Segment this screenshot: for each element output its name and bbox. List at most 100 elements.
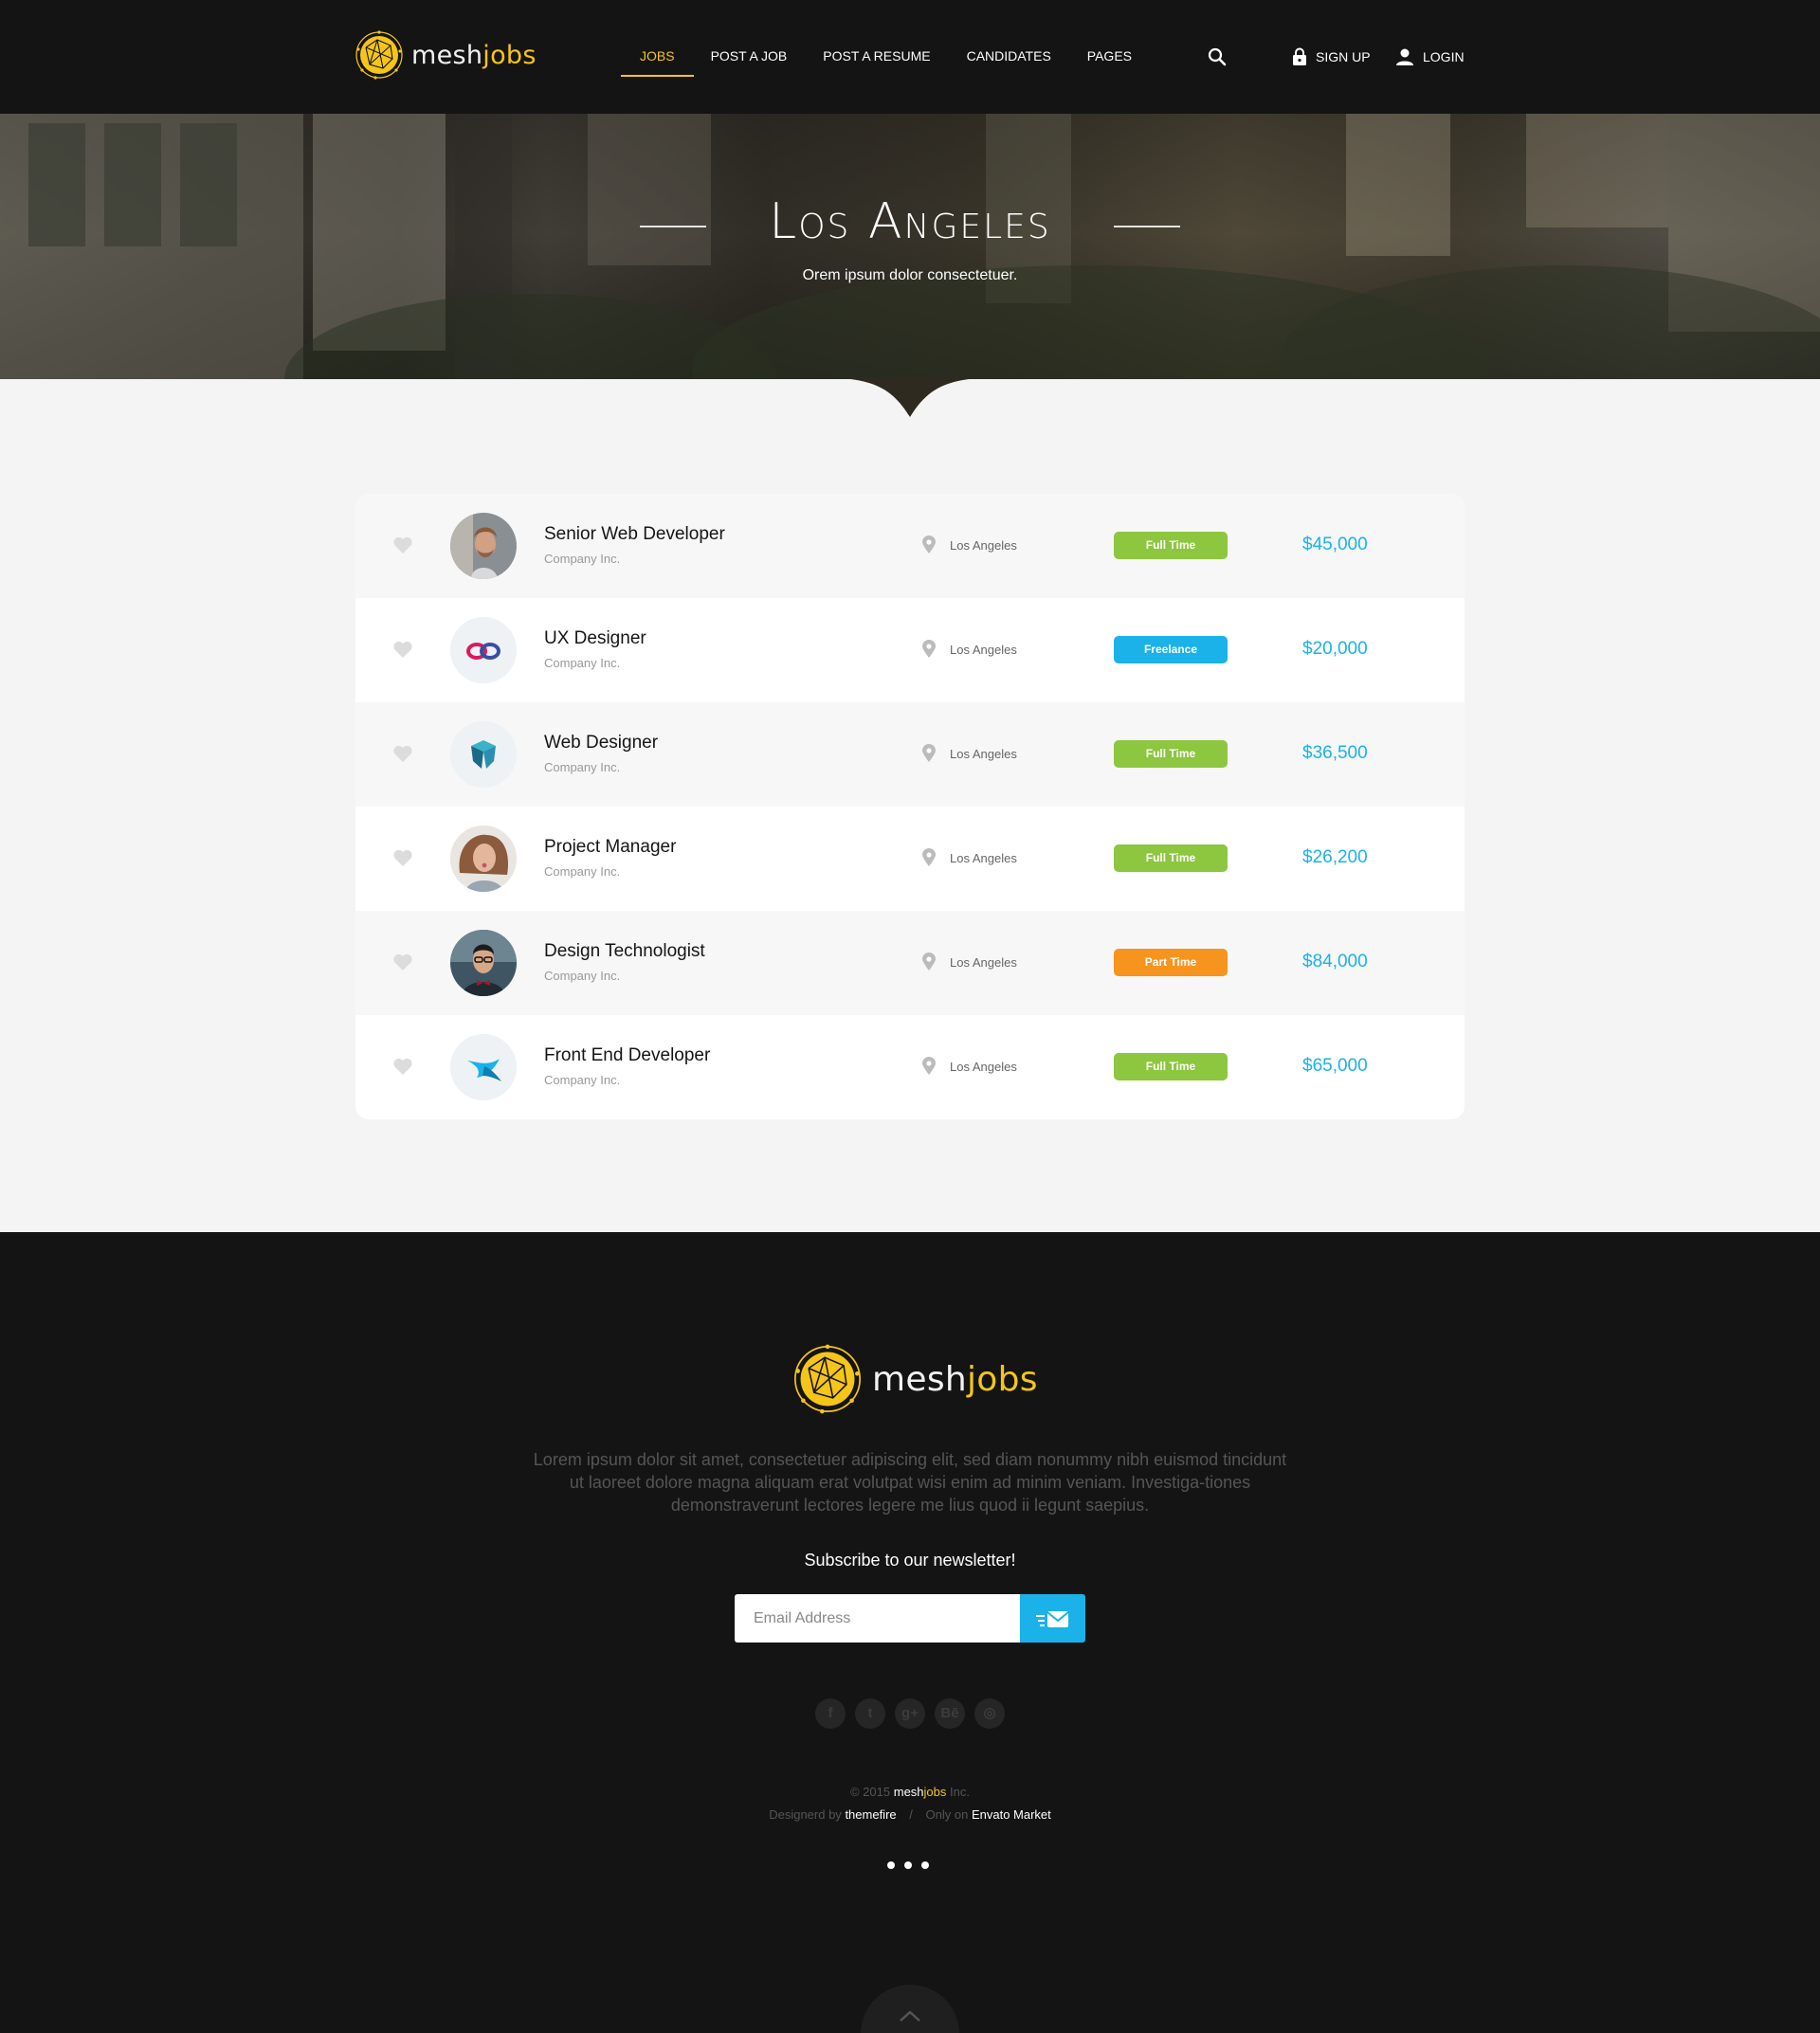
mesh-globe-icon (793, 1344, 862, 1414)
location-pin-icon (922, 640, 936, 658)
designer-link[interactable]: themefire (845, 1807, 896, 1822)
avatar (450, 721, 517, 788)
job-type-badge: Full Time (1114, 1053, 1228, 1080)
job-type-badge: Full Time (1114, 844, 1228, 872)
job-type-badge: Full Time (1114, 532, 1228, 559)
job-location: Los Angeles (950, 955, 1017, 970)
job-row[interactable]: UX Designer Company Inc. Los Angeles Fre… (355, 598, 1465, 702)
avatar (450, 513, 517, 579)
job-salary: $45,000 (1302, 535, 1368, 554)
job-location: Los Angeles (950, 851, 1017, 865)
dot (921, 1861, 929, 1869)
job-type-badge: Full Time (1114, 740, 1228, 768)
send-mail-icon (1035, 1610, 1069, 1627)
job-location: Los Angeles (950, 643, 1017, 657)
job-company: Company Inc. (544, 969, 621, 983)
dribbble-icon[interactable]: ◎ (974, 1698, 1005, 1729)
woman-photo-icon (450, 826, 517, 892)
login-label: LOGIN (1423, 49, 1465, 64)
brand-logo[interactable]: meshjobs (355, 30, 537, 80)
heart-icon[interactable] (392, 535, 413, 554)
job-list: Senior Web Developer Company Inc. Los An… (355, 494, 1465, 1119)
job-title[interactable]: Web Designer (544, 733, 658, 753)
footer-about-text: Lorem ipsum dolor sit amet, consectetuer… (533, 1450, 1287, 1515)
signup-button[interactable]: SIGN UP (1292, 0, 1371, 114)
heart-icon[interactable] (392, 1057, 413, 1076)
job-salary: $84,000 (1302, 952, 1368, 971)
job-row[interactable]: Project Manager Company Inc. Los Angeles… (355, 807, 1465, 911)
footer-brand-name: meshjobs (872, 1359, 1038, 1399)
job-company: Company Inc. (544, 1073, 621, 1087)
facebook-icon[interactable]: f (815, 1698, 846, 1729)
job-title[interactable]: Design Technologist (544, 941, 705, 962)
chevron-up-icon (900, 2010, 920, 2022)
job-company: Company Inc. (544, 656, 621, 670)
google-plus-icon[interactable]: g+ (895, 1698, 925, 1729)
mesh-globe-icon (355, 30, 403, 80)
dot (887, 1861, 895, 1869)
cube-logo-icon (450, 721, 517, 788)
avatar (450, 1034, 517, 1100)
location-pin-icon (922, 744, 936, 762)
credits-text: Designerd by themefire / Only on Envato … (769, 1807, 1051, 1822)
site-footer: meshjobs Lorem ipsum dolor sit amet, con… (0, 1232, 1820, 2033)
job-salary: $36,500 (1302, 743, 1368, 763)
job-row[interactable]: Design Technologist Company Inc. Los Ang… (355, 911, 1465, 1015)
location-pin-icon (922, 953, 936, 971)
job-company: Company Inc. (544, 864, 621, 879)
job-company: Company Inc. (544, 552, 621, 566)
back-to-top-button[interactable] (861, 1985, 959, 2033)
nav-item-pages[interactable]: PAGES (1087, 0, 1132, 114)
hero-divider-right (1114, 226, 1180, 227)
job-title[interactable]: UX Designer (544, 628, 646, 649)
avatar (450, 617, 517, 683)
newsletter-subscribe-button[interactable] (1020, 1594, 1085, 1643)
pagination-dots (887, 1861, 938, 1869)
man-bowtie-photo-icon (450, 930, 517, 996)
site-header: meshjobs JOBS POST A JOB POST A RESUME C… (0, 0, 1820, 114)
heart-icon[interactable] (392, 640, 413, 659)
main-nav: JOBS POST A JOB POST A RESUME CANDIDATES… (621, 0, 1168, 114)
heart-icon[interactable] (392, 744, 413, 763)
footer-brand-logo[interactable]: meshjobs (792, 1344, 1038, 1414)
market-link[interactable]: Envato Market (972, 1807, 1051, 1822)
dot (904, 1861, 912, 1869)
copyright-text: © 2015 meshjobs Inc. (850, 1785, 970, 1799)
nav-item-jobs[interactable]: JOBS (621, 0, 693, 114)
avatar (450, 930, 517, 996)
nav-item-post-a-job[interactable]: POST A JOB (711, 0, 788, 114)
brand-name: meshjobs (411, 40, 537, 70)
job-company: Company Inc. (544, 760, 621, 774)
job-title[interactable]: Senior Web Developer (544, 524, 725, 545)
job-row[interactable]: Senior Web Developer Company Inc. Los An… (355, 494, 1465, 598)
job-location: Los Angeles (950, 747, 1017, 761)
nav-item-candidates[interactable]: CANDIDATES (967, 0, 1051, 114)
lock-icon (1293, 47, 1306, 65)
man-photo-icon (450, 513, 517, 579)
newsletter-title: Subscribe to our newsletter! (804, 1551, 1016, 1570)
job-title[interactable]: Front End Developer (544, 1045, 710, 1066)
nav-item-post-a-resume[interactable]: POST A RESUME (823, 0, 930, 114)
location-pin-icon (922, 1057, 936, 1075)
behance-icon[interactable]: Bē (935, 1698, 965, 1729)
heart-icon[interactable] (392, 953, 413, 971)
job-row[interactable]: Web Designer Company Inc. Los Angeles Fu… (355, 702, 1465, 807)
job-salary: $65,000 (1302, 1056, 1368, 1076)
heart-icon[interactable] (392, 848, 413, 867)
page-subtitle: Orem ipsum dolor consectetuer. (802, 267, 1018, 283)
user-icon (1396, 48, 1413, 65)
avatar (450, 826, 517, 892)
job-location: Los Angeles (950, 538, 1017, 553)
job-title[interactable]: Project Manager (544, 837, 676, 858)
search-icon[interactable] (1206, 45, 1228, 68)
newsletter-email-input[interactable] (735, 1594, 1020, 1643)
job-type-badge: Part Time (1114, 949, 1228, 976)
job-salary: $26,200 (1302, 847, 1368, 867)
location-pin-icon (922, 848, 936, 866)
job-row[interactable]: Front End Developer Company Inc. Los Ang… (355, 1015, 1465, 1119)
job-type-badge: Freelance (1114, 636, 1228, 663)
job-salary: $20,000 (1302, 639, 1368, 659)
infinity-logo-icon (450, 617, 517, 683)
login-button[interactable]: LOGIN (1395, 0, 1465, 114)
twitter-icon[interactable]: t (855, 1698, 885, 1729)
